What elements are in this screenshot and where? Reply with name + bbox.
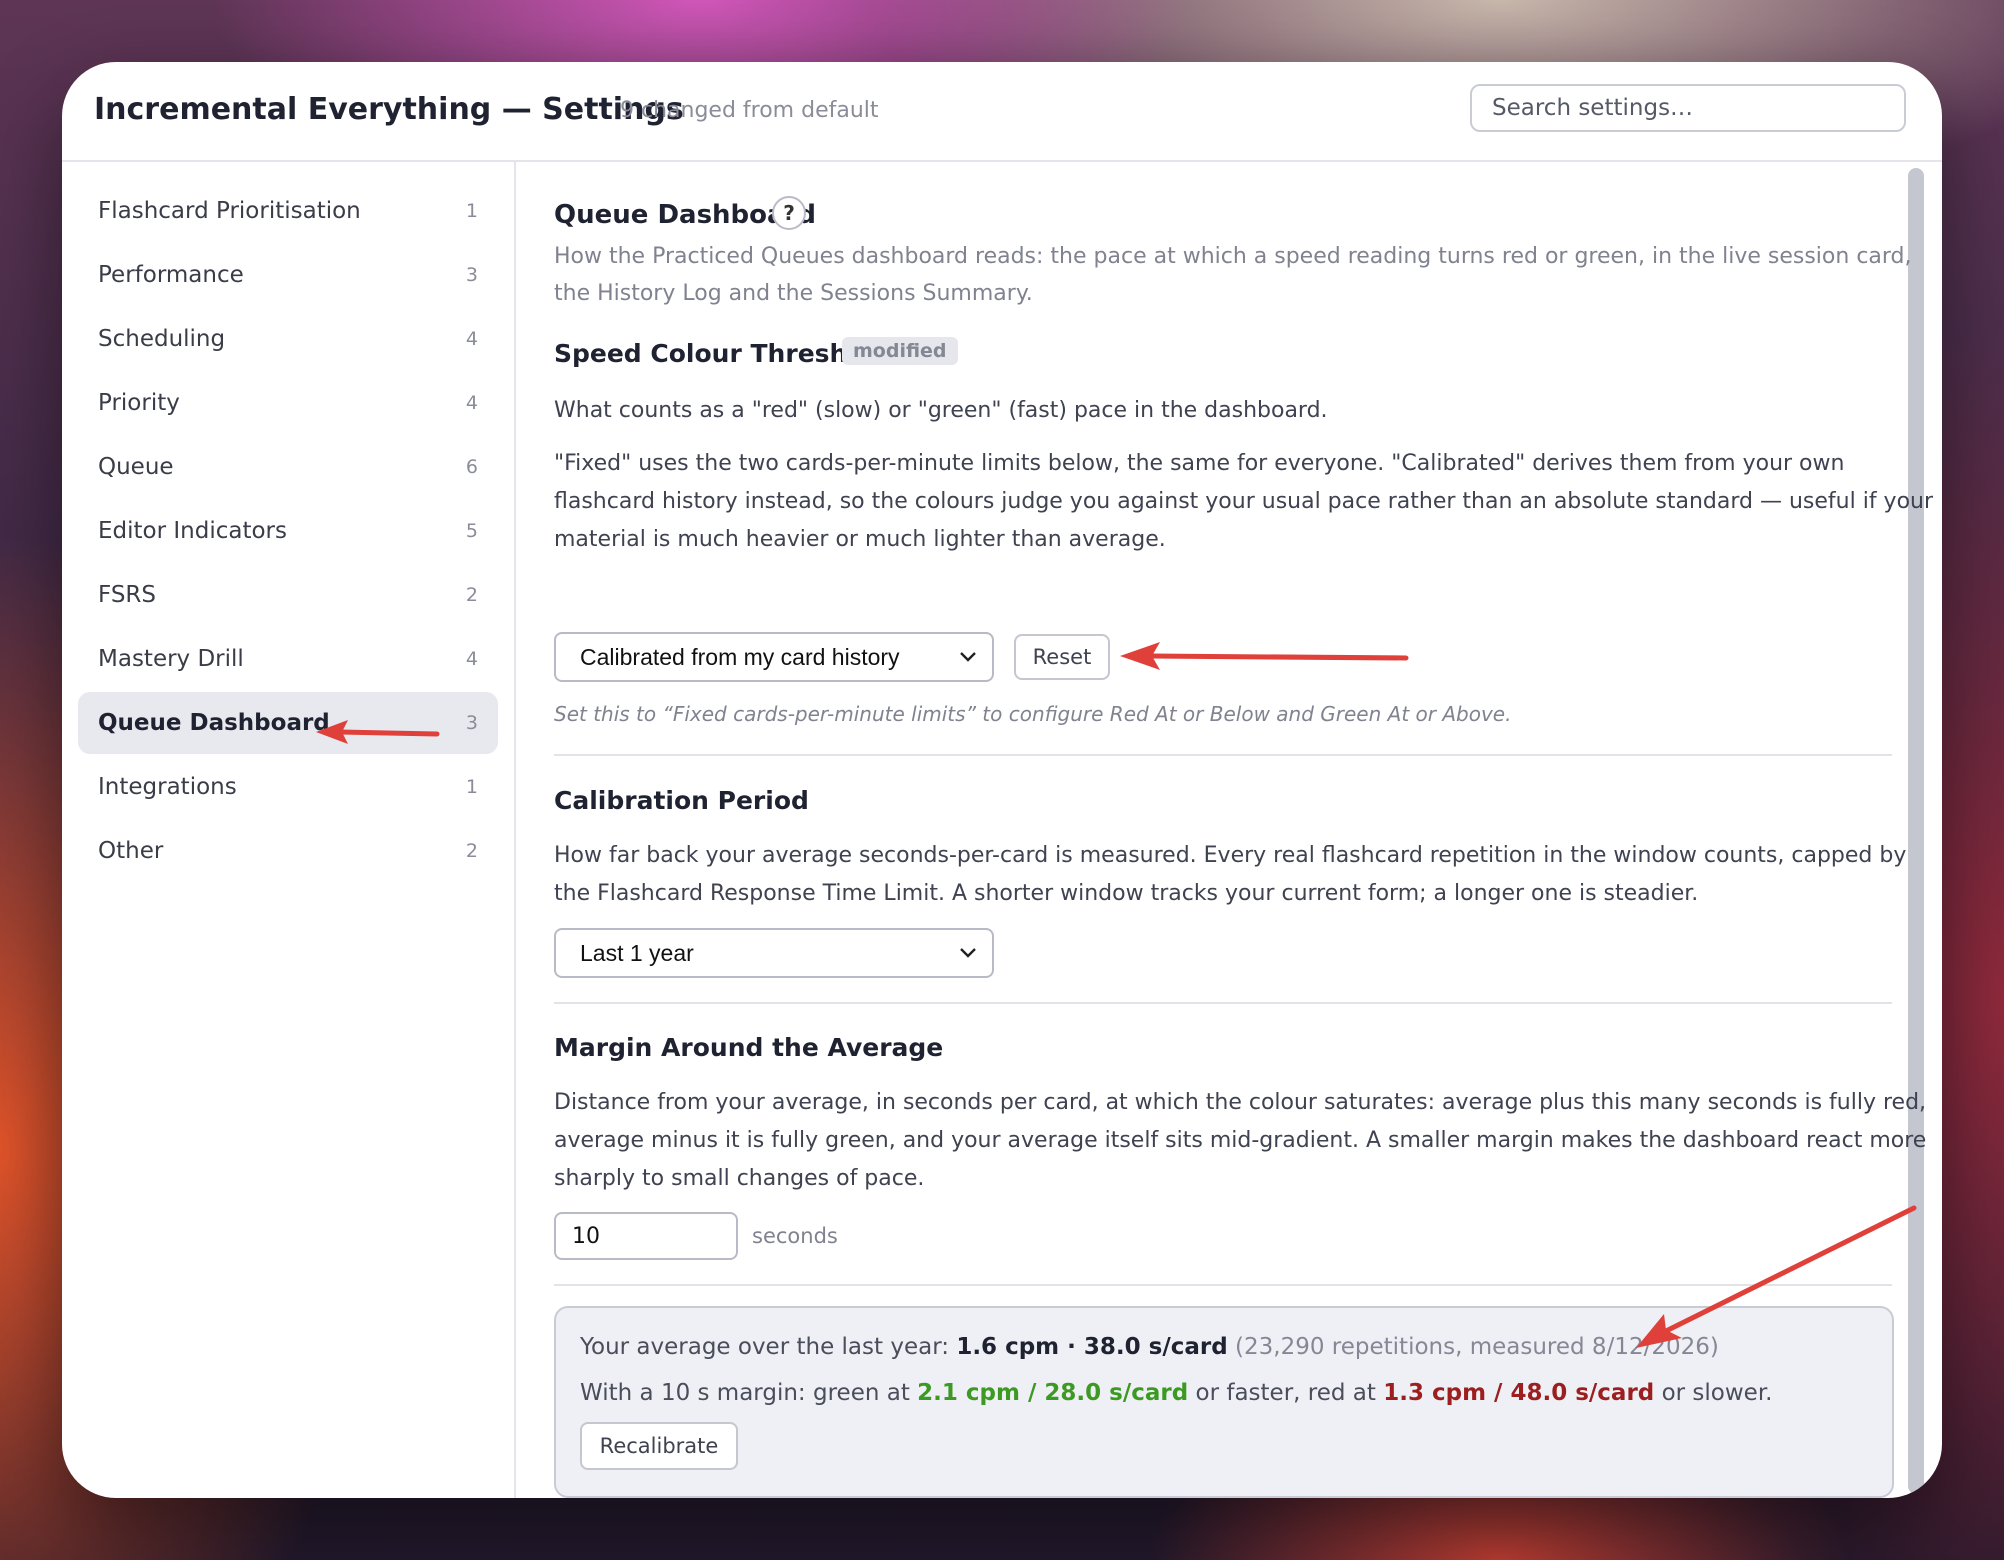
- sidebar-item-label: Flashcard Prioritisation: [98, 198, 361, 224]
- modified-badge: modified: [842, 337, 958, 365]
- help-button[interactable]: ?: [772, 196, 806, 230]
- average-prefix: Your average over the last year:: [580, 1334, 957, 1360]
- green-threshold-value: 2.1 cpm / 28.0 s/card: [917, 1380, 1189, 1406]
- settings-content: Queue Dashboard ? How the Practiced Queu…: [516, 162, 1942, 1498]
- margin-suffix: or slower.: [1654, 1380, 1773, 1406]
- setting-title-margin: Margin Around the Average: [554, 1033, 944, 1062]
- setting-hint: Set this to “Fixed cards-per-minute limi…: [554, 702, 1512, 726]
- margin-prefix: With a 10 s margin: green at: [580, 1380, 918, 1406]
- search-input[interactable]: [1470, 84, 1906, 132]
- sidebar-item-count: 2: [465, 584, 478, 606]
- sidebar-item-label: Other: [98, 838, 164, 864]
- select-value: Last 1 year: [580, 939, 694, 966]
- sidebar-item-count: 3: [465, 712, 478, 734]
- sidebar-item-count: 4: [465, 392, 478, 414]
- sidebar-item-performance[interactable]: Performance 3: [78, 244, 498, 306]
- chevron-down-icon: [960, 652, 976, 662]
- sidebar-item-fsrs[interactable]: FSRS 2: [78, 564, 498, 626]
- setting-description: How far back your average seconds-per-ca…: [554, 843, 1907, 906]
- annotation-arrow: [1120, 642, 1409, 670]
- page-title: Incremental Everything — Settings: [94, 92, 684, 127]
- section-description: How the Practiced Queues dashboard reads…: [554, 244, 1912, 306]
- average-line: Your average over the last year: 1.6 cpm…: [580, 1334, 1719, 1360]
- sidebar-item-count: 3: [465, 264, 478, 286]
- average-cpm: 1.6 cpm: [956, 1334, 1060, 1360]
- select-value: Calibrated from my card history: [580, 643, 900, 670]
- sidebar-item-flashcard-prioritisation[interactable]: Flashcard Prioritisation 1: [78, 180, 498, 242]
- sidebar-item-other[interactable]: Other 2: [78, 820, 498, 882]
- divider: [554, 1002, 1892, 1004]
- margin-result-line: With a 10 s margin: green at 2.1 cpm / 2…: [580, 1380, 1772, 1406]
- average-seconds-per-card: 38.0 s/card: [1083, 1334, 1228, 1360]
- sidebar-item-editor-indicators[interactable]: Editor Indicators 5: [78, 500, 498, 562]
- changed-count-note: 9 changed from default: [620, 98, 879, 123]
- margin-mid: or faster, red at: [1188, 1380, 1384, 1406]
- settings-window: Incremental Everything — Settings 9 chan…: [62, 62, 1942, 1498]
- sidebar-item-label: Performance: [98, 262, 244, 288]
- sidebar-item-queue[interactable]: Queue 6: [78, 436, 498, 498]
- sidebar-item-count: 2: [465, 840, 478, 862]
- margin-unit-label: seconds: [752, 1224, 838, 1248]
- sidebar-item-label: Scheduling: [98, 326, 226, 352]
- sidebar-item-count: 4: [465, 328, 478, 350]
- sidebar-item-label: Mastery Drill: [98, 646, 244, 672]
- recalibrate-button[interactable]: Recalibrate: [580, 1422, 738, 1470]
- speed-mode-select[interactable]: Calibrated from my card history: [554, 632, 994, 682]
- sidebar-item-label: FSRS: [98, 582, 157, 608]
- header: Incremental Everything — Settings 9 chan…: [62, 62, 1942, 162]
- sidebar-item-count: 5: [465, 520, 478, 542]
- sidebar-item-integrations[interactable]: Integrations 1: [78, 756, 498, 818]
- sidebar-item-priority[interactable]: Priority 4: [78, 372, 498, 434]
- sidebar-item-count: 1: [465, 200, 478, 222]
- setting-description: What counts as a "red" (slow) or "green"…: [554, 398, 1328, 423]
- average-separator: ·: [1059, 1334, 1084, 1360]
- setting-description: Distance from your average, in seconds p…: [554, 1090, 1927, 1191]
- sidebar-item-scheduling[interactable]: Scheduling 4: [78, 308, 498, 370]
- sidebar-item-label: Editor Indicators: [98, 518, 287, 544]
- sidebar-item-count: 4: [465, 648, 478, 670]
- sidebar: Flashcard Prioritisation 1 Performance 3…: [62, 162, 516, 1498]
- divider: [554, 754, 1892, 756]
- setting-description: "Fixed" uses the two cards-per-minute li…: [554, 451, 1934, 552]
- red-threshold-value: 1.3 cpm / 48.0 s/card: [1383, 1380, 1655, 1406]
- sidebar-item-label: Priority: [98, 390, 180, 416]
- sidebar-item-count: 6: [465, 456, 478, 478]
- sidebar-item-label: Queue: [98, 454, 174, 480]
- reset-button[interactable]: Reset: [1014, 634, 1110, 680]
- sidebar-item-label: Integrations: [98, 774, 237, 800]
- margin-seconds-input[interactable]: [554, 1212, 738, 1260]
- sidebar-item-mastery-drill[interactable]: Mastery Drill 4: [78, 628, 498, 690]
- setting-title-calibration-period: Calibration Period: [554, 786, 809, 815]
- annotation-arrow: [316, 720, 440, 744]
- chevron-down-icon: [960, 948, 976, 958]
- calibration-period-select[interactable]: Last 1 year: [554, 928, 994, 978]
- annotation-arrow: [1636, 1205, 1917, 1348]
- sidebar-item-count: 1: [465, 776, 478, 798]
